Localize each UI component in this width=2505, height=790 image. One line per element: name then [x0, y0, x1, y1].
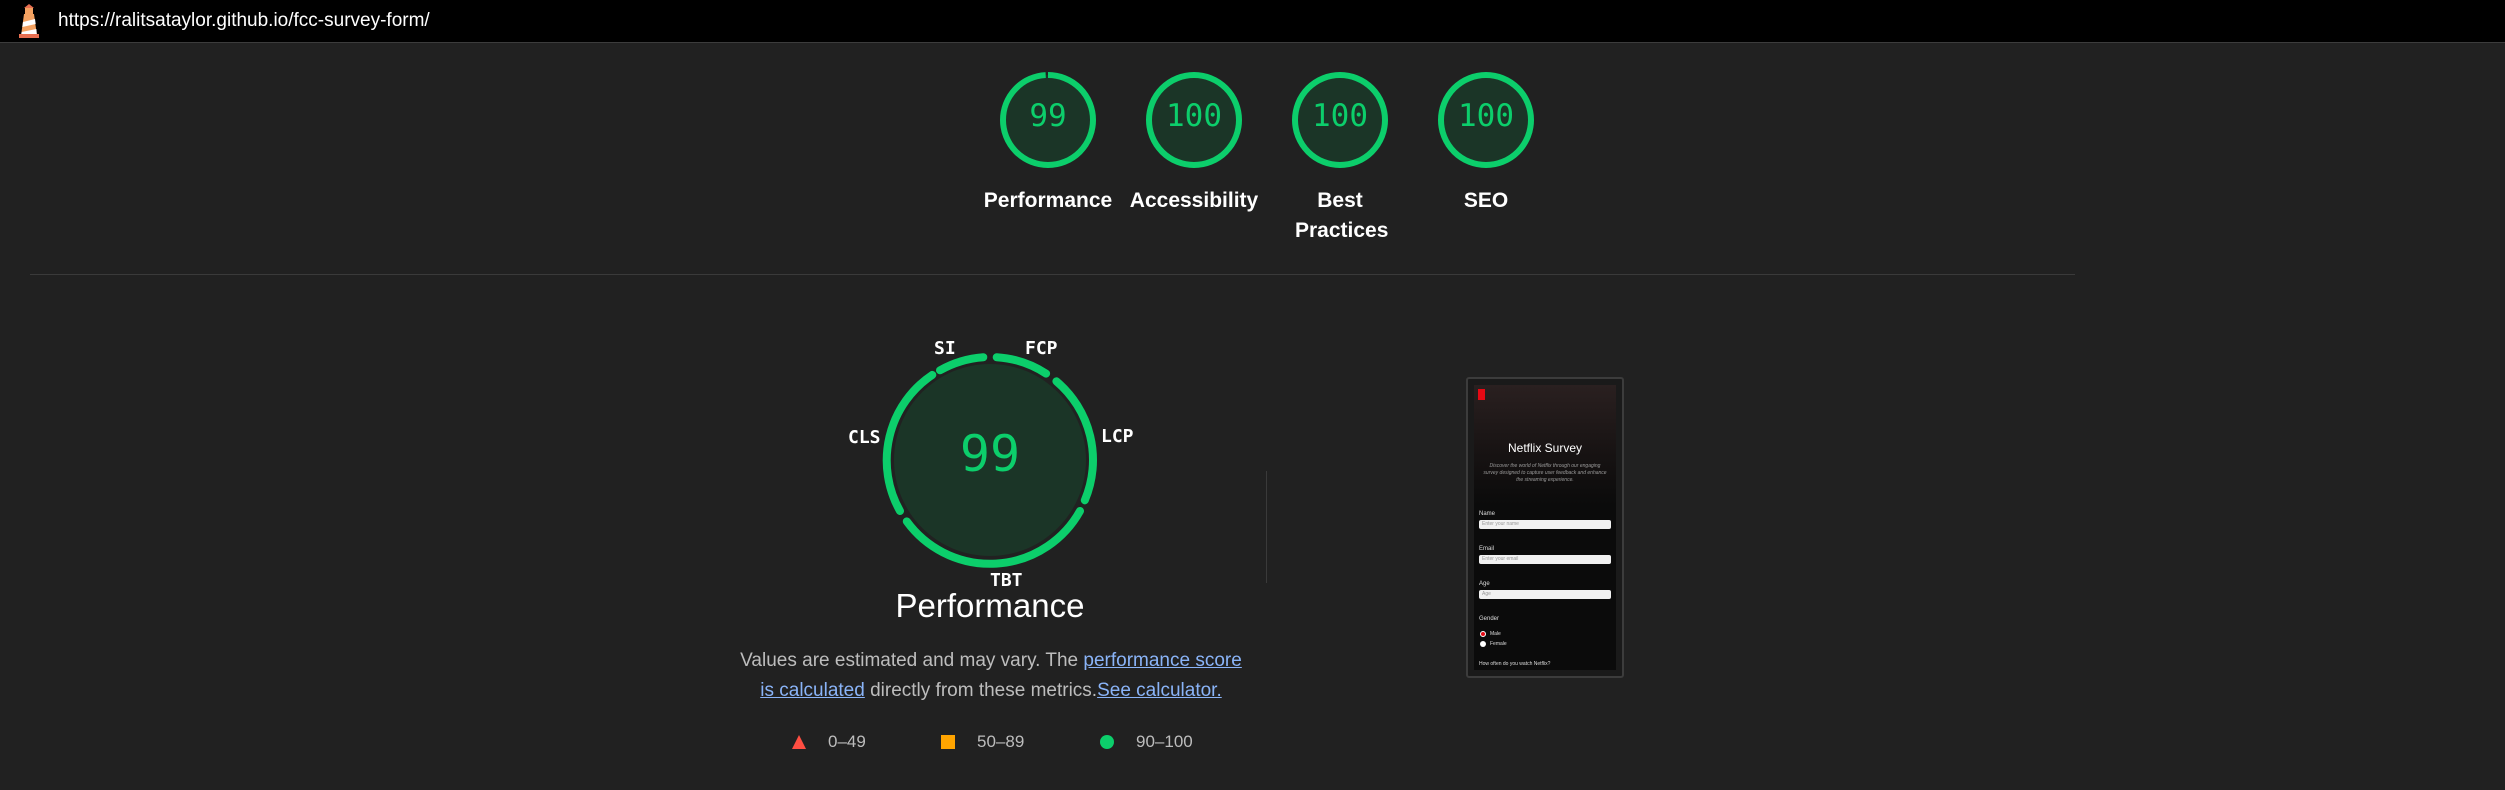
netflix-logo-icon [1478, 389, 1485, 400]
screenshot-radio-label: Female [1490, 641, 1507, 647]
screenshot-field-label: Age [1479, 581, 1490, 587]
vertical-divider [1266, 471, 1267, 583]
gauge-score: 100 [1312, 98, 1368, 134]
screenshot-input: Age [1479, 590, 1611, 599]
gauge-label: SEO [1463, 189, 1509, 212]
legend-label: 50–89 [977, 732, 1025, 751]
square-icon [941, 735, 955, 749]
legend-label: 0–49 [828, 732, 866, 751]
lighthouse-icon [19, 4, 39, 38]
gauge-label: Performance [983, 189, 1113, 212]
gauge-score: 100 [1166, 98, 1222, 134]
screenshot-description: Discover the world of Netflix through ou… [1483, 463, 1607, 483]
gauge-label: Best Practices [1295, 189, 1389, 242]
circle-icon [1100, 735, 1114, 749]
gauge-performance[interactable]: 99 Performance [973, 70, 1123, 216]
page-url[interactable]: https://ralitsataylor.github.io/fcc-surv… [58, 10, 430, 32]
screenshot-gender-label: Gender [1479, 616, 1500, 622]
screenshot-page: Netflix Survey Discover the world of Net… [1474, 385, 1616, 670]
desc-text: directly from these metrics. [864, 680, 1098, 701]
legend-pass: 90–100 [1100, 732, 1193, 752]
legend-average: 50–89 [941, 732, 1024, 752]
screenshot-input: Enter your name [1479, 520, 1611, 529]
screenshot-field-label: Email [1479, 546, 1495, 552]
gauge-best-practices[interactable]: 100 Best Practices [1265, 70, 1415, 246]
gauge-score: 99 [1029, 98, 1067, 134]
see-calculator-link[interactable]: See calculator. [1097, 680, 1222, 701]
legend-label: 90–100 [1136, 732, 1193, 751]
metric-label-si: SI [934, 338, 956, 359]
desc-text: Values are estimated and may vary. The [740, 650, 1084, 671]
gauge-accessibility[interactable]: 100 Accessibility [1119, 70, 1269, 216]
gauge-seo[interactable]: 100 SEO [1411, 70, 1561, 216]
category-gauges: 99 Performance 100 Accessibility 100 Bes… [0, 70, 2505, 270]
screenshot-title: Netflix Survey [1507, 441, 1583, 455]
performance-description: Values are estimated and may vary. The p… [735, 646, 1247, 706]
gauge-label: Accessibility [1129, 189, 1259, 212]
performance-title: Performance [895, 587, 1085, 624]
screenshot-input: Enter your email [1479, 555, 1611, 564]
radio-icon [1480, 631, 1486, 637]
performance-score: 99 [959, 425, 1021, 483]
metric-label-fcp: FCP [1025, 338, 1058, 359]
gauge-score: 100 [1458, 98, 1514, 134]
metric-label-lcp: LCP [1101, 426, 1134, 447]
screenshot-field-label: Name [1479, 511, 1496, 517]
final-screenshot[interactable]: Netflix Survey Discover the world of Net… [1466, 377, 1624, 678]
metric-label-cls: CLS [848, 427, 881, 448]
radio-icon [1480, 641, 1486, 647]
url-bar: https://ralitsataylor.github.io/fcc-surv… [0, 0, 2505, 43]
screenshot-next-question: How often do you watch Netflix? [1479, 661, 1551, 667]
screenshot-radio-label: Male [1490, 631, 1501, 637]
section-divider [30, 274, 2075, 275]
legend-fail: 0–49 [792, 732, 866, 752]
triangle-icon [792, 735, 806, 749]
